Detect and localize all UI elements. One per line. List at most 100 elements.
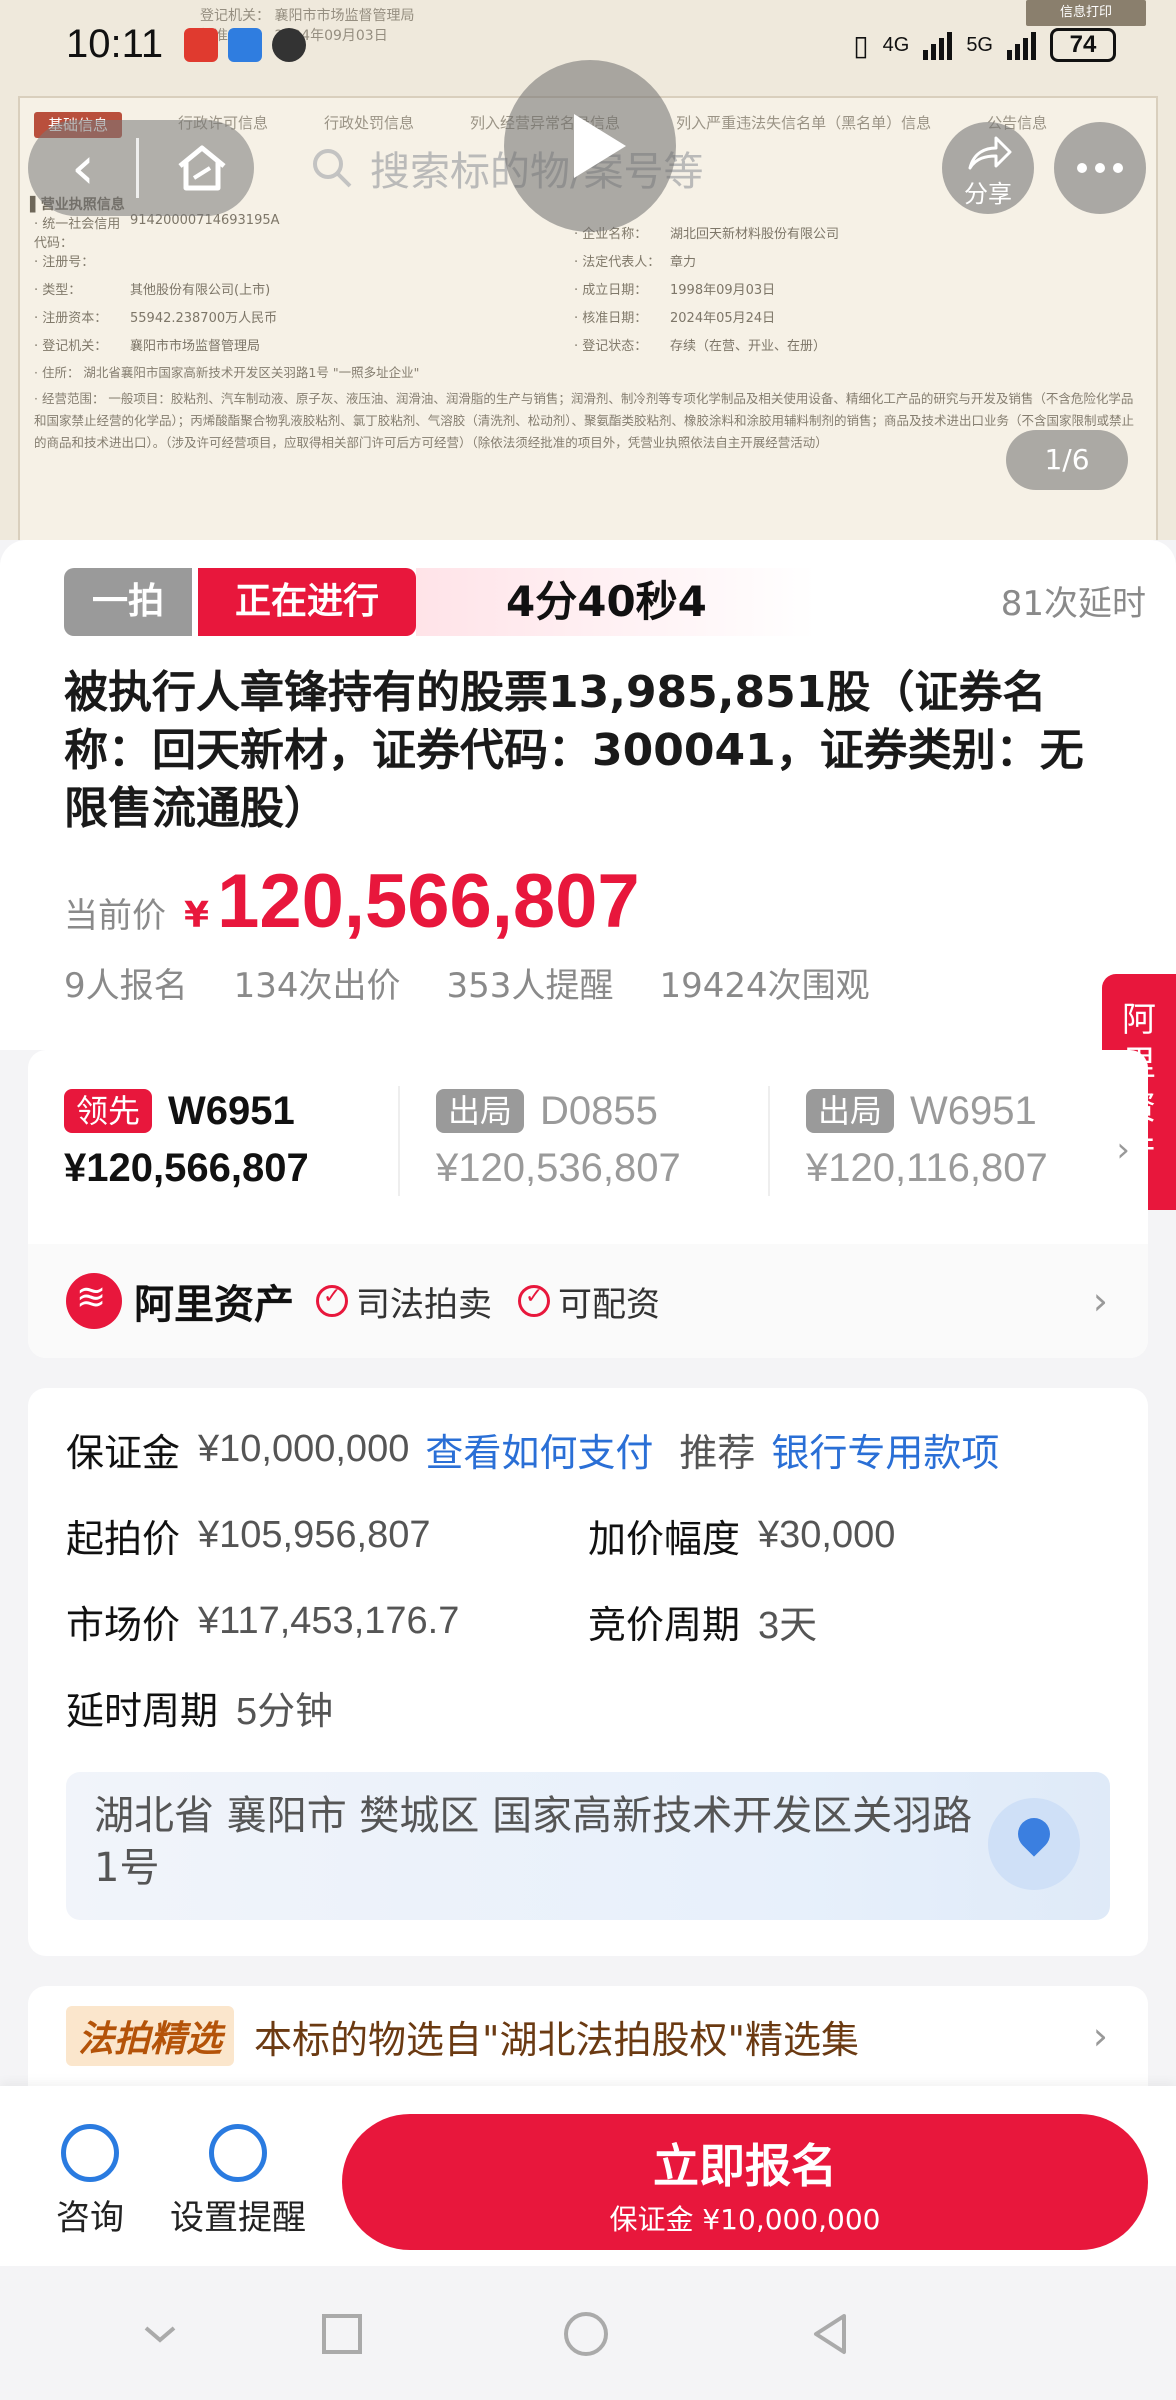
chevron-left-icon: ‹ [71,133,95,203]
check-circle-icon [316,1284,348,1317]
platform-row[interactable]: 阿里资产 司法拍卖 可配资 › [28,1244,1148,1358]
document-rows: · 统一社会信用代码： 91420000714693195A · 企业名称： 湖北回… [34,213,1144,454]
consult-label: 咨询 [56,2198,124,2238]
increment-row: 加价幅度 ¥30,000 [588,1508,895,1563]
bid-price: ¥120,566,807 [64,1146,309,1190]
chevron-right-icon[interactable]: › [1116,1130,1130,1170]
chevron-right-icon: › [1092,2014,1108,2058]
signal-icon [1007,30,1036,60]
home-circle-icon[interactable] [562,2310,610,2358]
doc-value: 襄阳市市场监督管理局 [130,338,261,354]
bid-item[interactable]: 出局 D0855 ¥120,536,807 [398,1086,768,1196]
bid-cycle-row: 竞价周期 3天 [588,1594,817,1649]
more-button[interactable] [1054,122,1146,214]
doc-key: · 注册号： [34,254,95,270]
market-price-value: ¥117,453,176.7 [198,1600,460,1642]
deposit-row: 保证金 ¥10,000,000 查看如何支付 推荐 银行专用款项 [66,1422,999,1477]
more-dot [1113,163,1123,173]
featured-tag: 法拍精选 [66,2006,235,2066]
alarm-icon [272,28,306,62]
bid-price: ¥120,116,807 [806,1146,1048,1190]
recommend-label: 推荐 [679,1431,756,1475]
consult-button[interactable]: 咨询 [56,2124,124,2239]
share-label: 分享 [964,180,1012,208]
featured-collection-row[interactable]: 法拍精选 本标的物选自"湖北法拍股权"精选集 › [28,1986,1148,2086]
clock: 10:11 [66,22,164,66]
auction-title: 被执行人章锋持有的股票13,985,851股（证券名称：回天新材，证券代码：30… [64,667,1084,834]
document-tab: 行政处罚信息 [324,114,415,132]
currency-symbol: ¥ [184,895,210,936]
bidder-code: D0855 [540,1088,658,1133]
bid-status-tag: 出局 [436,1089,525,1133]
delay-cycle-label: 延时周期 [66,1689,219,1733]
price-label: 当前价 [64,896,166,936]
doc-key: · 登记机关： [34,338,108,354]
bank-payment-link[interactable]: 银行专用款项 [771,1422,999,1477]
more-dot [1095,163,1105,173]
delay-cycle-value: 5分钟 [236,1691,334,1733]
location-address[interactable]: 湖北省 襄阳市 樊城区 国家高新技术开发区关羽路1号 [66,1772,1110,1920]
increment-value: ¥30,000 [758,1514,896,1556]
featured-text: 本标的物选自"湖北法拍股权"精选集 [254,2017,859,2062]
customer-service-icon [61,2124,119,2182]
auction-stats: 9人报名 134次出价 353人提醒 19424次围观 [64,958,870,1007]
bid-cycle-label: 竞价周期 [588,1603,741,1647]
start-price-label: 起拍价 [66,1517,181,1561]
register-deposit: 保证金 ¥10,000,000 [609,2203,881,2236]
market-price-row: 市场价 ¥117,453,176.7 [66,1594,459,1649]
start-price-value: ¥105,956,807 [198,1514,431,1556]
doc-key: · 注册资本： [34,310,108,326]
deposit-value: ¥10,000,000 [198,1428,410,1470]
chevron-down-icon[interactable] [136,2310,184,2358]
doc-value: 其他股份有限公司(上市) [130,282,271,298]
bid-record-card: 领先 W6951 ¥120,566,807 出局 D0855 ¥120,536,… [28,1050,1148,1358]
recent-apps-icon[interactable] [318,2310,366,2358]
vibrate-icon: ▯ [853,29,869,61]
set-reminder-button[interactable]: 设置提醒 [170,2124,306,2239]
price-value: 120,566,807 [217,859,640,944]
home-icon [178,145,226,191]
start-price-row: 起拍价 ¥105,956,807 [66,1508,430,1563]
document-row: · 类型： 其他股份有限公司(上市) · 成立日期： 1998年09月03日 [34,274,1144,302]
chevron-right-icon: › [1092,1279,1108,1323]
system-navigation-bar [0,2266,1176,2400]
market-price-label: 市场价 [66,1603,181,1647]
stat-reminders: 353人提醒 [446,966,614,1006]
doc-key: · 登记状态： [574,338,648,354]
nav-divider [136,138,139,198]
doc-value: 湖北回天新材料股份有限公司 [670,226,840,242]
countdown-timer: 4分40秒4 [416,568,816,636]
share-button[interactable]: 分享 [942,122,1034,214]
back-triangle-icon[interactable] [806,2310,854,2358]
home-button[interactable] [150,120,254,216]
address-text: 湖北省 襄阳市 樊城区 国家高新技术开发区关羽路1号 [94,1793,973,1891]
bid-status-tag: 出局 [806,1089,895,1133]
doc-value: 55942.238700万人民币 [130,310,278,326]
document-row: · 注册资本： 55942.238700万人民币 · 核准日期： 2024年05月2… [34,302,1144,330]
bid-item[interactable]: 出局 W6951 ¥120,116,807 [768,1086,1128,1196]
ali-assets-logo-icon [66,1273,122,1329]
feature-judicial: 司法拍卖 [316,1277,492,1326]
auction-round-badge: 一拍 [64,568,192,636]
how-to-pay-link[interactable]: 查看如何支付 [425,1422,653,1477]
reminder-label: 设置提醒 [170,2198,306,2238]
stat-bids: 134次出价 [233,966,401,1006]
image-pager: 1/6 [1006,430,1128,490]
battery-icon: 74 [1050,28,1116,62]
doc-key: · 类型： [34,282,82,298]
bid-list[interactable]: 领先 W6951 ¥120,566,807 出局 D0855 ¥120,536,… [28,1086,1128,1196]
check-circle-icon [518,1284,550,1317]
deposit-label: 保证金 [66,1431,181,1475]
doc-key: · 核准日期： [574,310,648,326]
doc-value: 91420000714693195A [130,213,280,228]
signal-icon [923,30,953,60]
increment-label: 加价幅度 [588,1517,741,1561]
doc-address: · 住所： 湖北省襄阳市国家高新技术开发区关羽路1号 "一照多址企业" [34,365,420,380]
play-video-button[interactable] [504,60,676,232]
back-button[interactable]: ‹ [28,120,138,216]
app-notification-icon [184,28,218,62]
doc-key: · 法定代表人： [574,254,661,270]
bid-item[interactable]: 领先 W6951 ¥120,566,807 [28,1086,398,1196]
register-now-button[interactable]: 立即报名 保证金 ¥10,000,000 [342,2114,1148,2250]
bidder-code: W6951 [910,1088,1037,1133]
